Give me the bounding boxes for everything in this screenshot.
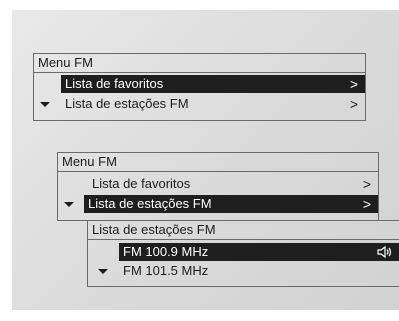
menu-item-label: Lista de favoritos [92,176,191,191]
speaker-icon [377,246,392,258]
panel-title: Lista de estações FM [92,222,216,237]
menu-item-favorites[interactable]: Lista de favoritos > [58,175,378,193]
station-list-panel: Lista de estações FM FM 100.9 MHz FM 101… [87,220,399,287]
menu-item-label: Lista de estações FM [65,96,189,111]
divider [34,72,365,73]
station-label: FM 101.5 MHz [123,263,209,278]
scroll-down-icon [98,269,108,274]
menu-item-fm-stations[interactable]: Lista de estações FM > [34,95,365,113]
chevron-right-icon: > [362,176,371,192]
station-item-100-9[interactable]: FM 100.9 MHz [119,243,399,261]
menu-item-label: Lista de estações FM [88,196,212,211]
station-item-101-5[interactable]: FM 101.5 MHz [88,262,399,280]
scroll-down-icon [64,202,74,207]
menu-fm-panel-mid: Menu FM Lista de favoritos > Lista de es… [57,152,379,221]
station-label: FM 100.9 MHz [123,244,209,259]
screen-background: Menu FM Lista de favoritos > Lista de es… [12,10,399,310]
menu-item-label: Lista de favoritos [65,76,164,91]
panel-title: Menu FM [38,55,93,70]
divider [58,171,378,172]
chevron-right-icon: > [362,196,371,212]
scroll-down-icon [40,102,50,107]
panel-title: Menu FM [62,154,117,169]
menu-item-fm-stations[interactable]: Lista de estações FM > [58,195,378,213]
menu-fm-panel-top: Menu FM Lista de favoritos > Lista de es… [33,53,366,121]
chevron-right-icon: > [349,96,358,112]
selected-highlight: Lista de estações FM > [84,195,378,213]
menu-item-favorites[interactable]: Lista de favoritos > [61,75,365,93]
divider [88,239,399,240]
chevron-right-icon: > [349,76,358,92]
